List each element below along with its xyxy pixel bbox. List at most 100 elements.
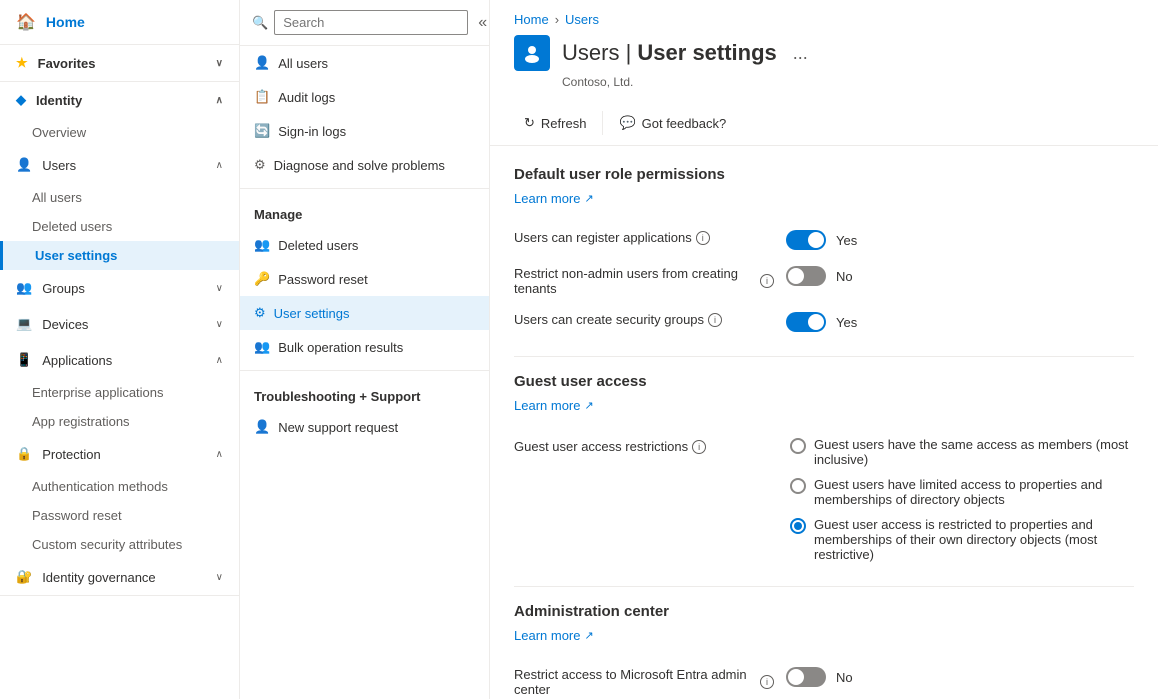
middle-nav-audit-logs[interactable]: 📋 Audit logs [240,80,489,114]
home-nav-item[interactable]: 🏠 Home [0,0,239,45]
main-area: 🔍 « 👤 All users 📋 Audit logs 🔄 Sign-in l… [240,0,1158,699]
setting-label-register-apps: Users can register applications i [514,230,774,245]
radio-circle-1[interactable] [790,438,806,454]
refresh-button[interactable]: ↻ Refresh [514,109,596,137]
diagnose-icon: ⚙ [254,157,266,173]
chevron-up-icon2: ∧ [216,160,223,171]
groups-group[interactable]: 👥 Groups ∨ [0,270,239,306]
toggle-admin-center[interactable] [786,667,826,687]
middle-nav-user-settings[interactable]: ⚙ User settings [240,296,489,330]
breadcrumb-home[interactable]: Home [514,12,549,27]
sidebar-item-custom-security[interactable]: Custom security attributes [0,530,239,559]
signin-logs-icon: 🔄 [254,123,270,139]
toggle-restrict-tenants[interactable] [786,266,826,286]
setting-row-admin-center: Restrict access to Microsoft Entra admin… [514,659,1134,699]
page-title-icon [514,35,550,71]
info-icon-3[interactable]: i [708,313,722,327]
content-panel: Home › Users Users | User settings [490,0,1158,699]
guest-option-1[interactable]: Guest users have the same access as memb… [790,437,1134,467]
support-icon: 👤 [254,419,270,435]
sidebar-item-user-settings[interactable]: User settings [0,241,239,270]
setting-control-restrict-tenants: No [786,266,853,286]
manage-section-label: Manage [240,195,489,228]
guest-option-3[interactable]: Guest user access is restricted to prope… [790,517,1134,562]
identity-group[interactable]: ◆ Identity ∧ [0,82,239,118]
devices-icon: 💻 [16,316,32,332]
setting-control-security-groups: Yes [786,312,857,332]
ellipsis-button[interactable]: ... [789,39,812,68]
middle-nav-password-reset[interactable]: 🔑 Password reset [240,262,489,296]
guest-access-learn-more[interactable]: Learn more ↗ [514,398,594,413]
page-title-row: Users | User settings ... [514,35,1134,71]
external-link-icon-2: ↗ [584,399,593,412]
info-icon-5[interactable]: i [760,675,774,689]
left-sidebar: 🏠 Home ★ Favorites ∨ ◆ Identity ∧ Overvi… [0,0,240,699]
refresh-icon: ↻ [524,115,535,131]
external-link-icon-3: ↗ [584,629,593,642]
setting-value-register-apps: Yes [836,233,857,248]
applications-group[interactable]: 📱 Applications ∧ [0,342,239,378]
setting-label-security-groups: Users can create security groups i [514,312,774,327]
chevron-up-icon4: ∧ [216,449,223,460]
sidebar-item-all-users[interactable]: All users [0,183,239,212]
all-users-icon: 👤 [254,55,270,71]
sidebar-item-deleted-users[interactable]: Deleted users [0,212,239,241]
setting-row-register-apps: Users can register applications i Yes [514,222,1134,258]
user-settings-icon: ⚙ [254,305,266,321]
section-divider-1 [514,356,1134,357]
chevron-down-icon: ∨ [216,58,223,69]
collapse-button[interactable]: « [474,12,490,34]
settings-content: Default user role permissions Learn more… [490,146,1158,699]
devices-label: Devices [42,317,88,332]
toggle-register-apps[interactable] [786,230,826,250]
middle-nav-signin-logs[interactable]: 🔄 Sign-in logs [240,114,489,148]
bulk-operations-icon: 👥 [254,339,270,355]
section-divider-2 [514,586,1134,587]
setting-value-restrict-tenants: No [836,269,853,284]
middle-nav-support-request[interactable]: 👤 New support request [240,410,489,444]
toggle-security-groups[interactable] [786,312,826,332]
breadcrumb-users[interactable]: Users [565,12,599,27]
info-icon-2[interactable]: i [760,274,774,288]
search-input[interactable] [274,10,468,35]
user-icon: 👤 [16,157,32,173]
middle-nav-deleted-users[interactable]: 👥 Deleted users [240,228,489,262]
applications-label: Applications [42,353,112,368]
sidebar-item-auth-methods[interactable]: Authentication methods [0,472,239,501]
favorites-label: Favorites [38,56,96,71]
search-bar: 🔍 « [240,0,489,46]
info-icon-4[interactable]: i [692,440,706,454]
sidebar-item-overview[interactable]: Overview [0,118,239,147]
sidebar-item-password-reset[interactable]: Password reset [0,501,239,530]
chevron-down-icon4: ∨ [216,572,223,583]
sidebar-item-app-registrations[interactable]: App registrations [0,407,239,436]
radio-circle-3[interactable] [790,518,806,534]
admin-learn-more[interactable]: Learn more ↗ [514,628,594,643]
radio-circle-2[interactable] [790,478,806,494]
identity-label: Identity [36,93,82,108]
identity-governance-group[interactable]: 🔐 Identity governance ∨ [0,559,239,595]
feedback-button[interactable]: 💬 Got feedback? [609,109,736,137]
sidebar-item-enterprise-apps[interactable]: Enterprise applications [0,378,239,407]
audit-logs-icon: 📋 [254,89,270,105]
password-reset-icon: 🔑 [254,271,270,287]
breadcrumb: Home › Users [514,12,1134,27]
middle-nav-diagnose[interactable]: ⚙ Diagnose and solve problems [240,148,489,182]
favorites-group[interactable]: ★ Favorites ∨ [0,45,239,81]
middle-nav-bulk-operations[interactable]: 👥 Bulk operation results [240,330,489,364]
default-role-learn-more[interactable]: Learn more ↗ [514,191,594,206]
users-group[interactable]: 👤 Users ∧ [0,147,239,183]
identity-governance-icon: 🔐 [16,569,32,585]
star-icon: ★ [16,55,28,71]
middle-nav-all-users[interactable]: 👤 All users [240,46,489,80]
guest-option-2[interactable]: Guest users have limited access to prope… [790,477,1134,507]
identity-icon: ◆ [16,92,26,108]
default-role-section-title: Default user role permissions [514,166,1134,183]
protection-group[interactable]: 🔒 Protection ∧ [0,436,239,472]
info-icon-1[interactable]: i [696,231,710,245]
page-title: Users | User settings [562,40,777,66]
applications-icon: 📱 [16,352,32,368]
devices-group[interactable]: 💻 Devices ∨ [0,306,239,342]
chevron-up-icon3: ∧ [216,355,223,366]
deleted-users-icon: 👥 [254,237,270,253]
